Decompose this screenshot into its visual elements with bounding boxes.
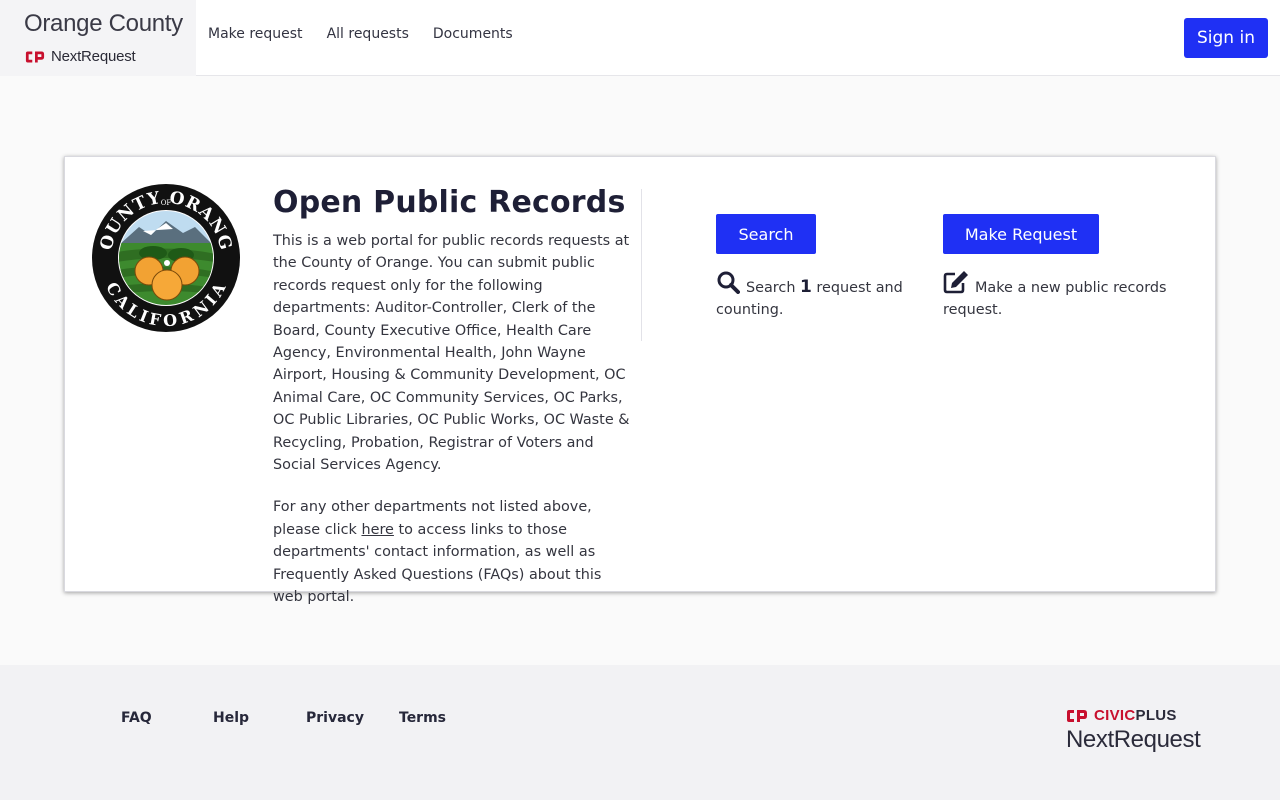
- civicplus-civic: CIVIC: [1094, 707, 1136, 724]
- welcome-card: COUNTY ORANGE OF CALIFORNIA Open Public …: [64, 156, 1216, 605]
- edit-icon: [943, 271, 968, 294]
- nextrequest-wordmark: NextRequest: [1066, 726, 1201, 753]
- svg-text:OF: OF: [161, 199, 172, 207]
- intro-section: Open Public Records This is a web portal…: [273, 185, 633, 609]
- footer-link-faq[interactable]: FAQ: [121, 710, 213, 726]
- search-desc-before: Search: [746, 280, 801, 296]
- search-action: Search Search 1 request and counting.: [716, 214, 916, 322]
- civicplus-mark-icon: [25, 51, 45, 62]
- page-title: Open Public Records: [273, 185, 626, 220]
- nav-make-request[interactable]: Make request: [208, 26, 303, 42]
- civicplus-logo[interactable]: CIVICPLUS NextRequest: [1066, 707, 1201, 754]
- footer-links: FAQ Help Privacy Terms: [121, 710, 446, 726]
- civicplus-wordmark: CIVICPLUS: [1066, 707, 1200, 724]
- nav-all-requests[interactable]: All requests: [327, 26, 409, 42]
- footer-link-privacy[interactable]: Privacy: [306, 710, 399, 726]
- footer-link-help[interactable]: Help: [213, 710, 306, 726]
- page-footer: FAQ Help Privacy Terms CIVICPLUS NextReq…: [0, 665, 1280, 800]
- search-icon: [717, 271, 740, 294]
- civicplus-plus: PLUS: [1135, 707, 1177, 724]
- footer-link-terms[interactable]: Terms: [399, 710, 446, 726]
- main-nav: Make request All requests Documents: [208, 26, 513, 42]
- make-request-desc-text: Make a new public records request.: [943, 280, 1167, 319]
- make-request-button[interactable]: Make Request: [943, 214, 1099, 254]
- search-description: Search 1 request and counting.: [716, 270, 916, 322]
- nav-documents[interactable]: Documents: [433, 26, 513, 42]
- civicplus-mark-icon: [1067, 709, 1087, 722]
- search-button[interactable]: Search: [716, 214, 816, 254]
- brand-product: NextRequest: [25, 48, 136, 65]
- top-header: Orange County NextRequest Make request A…: [0, 0, 1280, 76]
- brand-block[interactable]: Orange County NextRequest: [0, 0, 196, 76]
- vertical-divider: [641, 189, 642, 341]
- brand-product-label: NextRequest: [51, 48, 136, 65]
- intro-paragraph: This is a web portal for public records …: [273, 233, 630, 474]
- brand-title: Orange County: [24, 10, 183, 37]
- make-request-action: Make Request Make a new public records r…: [943, 214, 1183, 322]
- request-count: 1: [800, 277, 812, 297]
- county-seal-logo: COUNTY ORANGE OF CALIFORNIA: [91, 183, 240, 332]
- sign-in-button[interactable]: Sign in: [1184, 18, 1268, 58]
- here-link[interactable]: here: [361, 522, 393, 538]
- make-request-description: Make a new public records request.: [943, 270, 1183, 322]
- other-departments-paragraph: For any other departments not listed abo…: [273, 496, 633, 608]
